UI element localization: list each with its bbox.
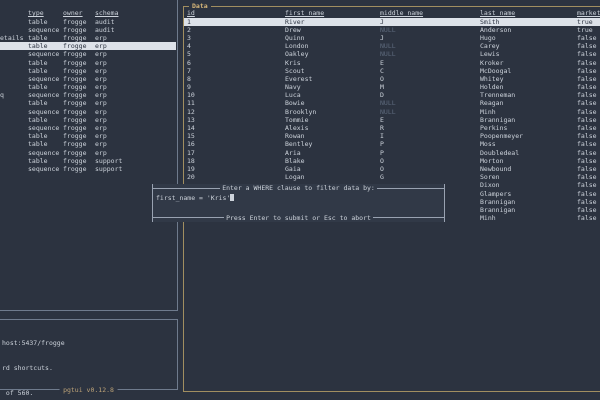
data-table-row[interactable]: 9 Navy M Holden false [184, 83, 600, 91]
data-table-row[interactable]: 20 Logan G Soren false [184, 173, 600, 181]
table-list-item[interactable]: q sequence frogge erp [0, 91, 176, 99]
data-table-row[interactable]: 19 Gaia O Newbound false [184, 165, 600, 173]
table-list-item[interactable]: etails table frogge erp [0, 34, 176, 42]
where-clause-input[interactable]: first_name = 'Kris' [156, 194, 442, 202]
data-table-row[interactable]: 10 Luca D Trenneman false [184, 91, 600, 99]
table-list-item[interactable]: table frogge erp [0, 140, 176, 148]
table-list-item[interactable]: table frogge erp [0, 132, 176, 140]
border-line [153, 217, 225, 219]
border-line [372, 217, 445, 219]
data-table-row[interactable]: 13 Tommie E Brannigan false [184, 116, 600, 124]
table-list-item[interactable]: table frogge erp [0, 116, 176, 124]
column-header-id: id [187, 9, 195, 17]
table-list-item[interactable]: sequence frogge erp [0, 108, 176, 116]
data-table-row[interactable]: 18 Blake O Morton false [184, 157, 600, 165]
column-header-last-name: last_name [480, 9, 516, 17]
data-table-row[interactable]: 2 Drew NULL Anderson true [184, 26, 600, 34]
border-line [153, 187, 221, 189]
table-list-item[interactable]: sequence frogge audit [0, 26, 176, 34]
table-list-item[interactable]: table frogge erp [0, 67, 176, 75]
column-header-middle-name: middle_name [380, 9, 424, 17]
table-list-item[interactable]: table frogge erp [0, 83, 176, 91]
table-list-item[interactable]: sequence frogge erp [0, 149, 176, 157]
tables-list: table frogge audit sequence frogge audit… [0, 18, 176, 174]
shortcuts-hint-text: rd shortcuts. [2, 364, 53, 372]
table-list-item[interactable]: table frogge audit [0, 18, 176, 26]
connection-info-panel: host:5437/frogge rd shortcuts. of 560. p… [0, 319, 178, 397]
data-table-row[interactable]: 12 Brooklyn NULL Minh false [184, 108, 600, 116]
data-table-row[interactable]: 15 Rowan I Poopenmeyer false [184, 132, 600, 140]
data-table-row[interactable]: 7 Scout C McDoogal false [184, 67, 600, 75]
data-table-row[interactable]: 11 Bowie NULL Reagan false [184, 99, 600, 107]
table-list-item[interactable]: sequence frogge support [0, 165, 176, 173]
column-header-type: type [28, 9, 44, 17]
table-list-item[interactable]: sequence frogge erp [0, 75, 176, 83]
app-version-label: pgtui v0.12.8 [59, 385, 118, 394]
data-table-row[interactable]: 14 Alexis R Perkins false [184, 124, 600, 132]
data-table-row[interactable]: 6 Kris E Kroker false [184, 59, 600, 67]
border-line [376, 187, 444, 189]
modal-title-row: Enter a WHERE clause to filter data by: [153, 184, 444, 192]
data-table-row[interactable]: 16 Bentley P Moss false [184, 140, 600, 148]
column-header-owner: owner [63, 9, 83, 17]
data-table-row[interactable]: 8 Everest O Whitey false [184, 75, 600, 83]
connection-host-text: host:5437/frogge [2, 339, 65, 348]
data-table-row[interactable]: 4 London NULL Carey false [184, 42, 600, 50]
text-cursor [230, 194, 235, 201]
where-clause-modal: Enter a WHERE clause to filter data by: … [152, 184, 445, 222]
data-table-row[interactable]: 17 Aria P Doubledeal false [184, 149, 600, 157]
column-header-first-name: first_name [285, 9, 325, 17]
column-header-schema: schema [95, 9, 119, 17]
table-list-item[interactable]: table frogge erp [0, 59, 176, 67]
data-table-header: id first_name middle_name last_name mark… [184, 9, 600, 17]
table-list-item[interactable]: sequence frogge erp [0, 124, 176, 132]
table-list-item[interactable]: table frogge support [0, 157, 176, 165]
tables-list-header: type owner schema [0, 9, 176, 17]
pgtui-app: type owner schema table frogge audit seq… [0, 0, 600, 400]
table-list-item[interactable]: table frogge erp [0, 42, 176, 51]
tables-list-panel: type owner schema table frogge audit seq… [0, 0, 178, 311]
table-list-item[interactable]: table frogge erp [0, 99, 176, 107]
data-table-row[interactable]: 5 Oakley NULL Lewis false [184, 50, 600, 58]
where-clause-input-value: first_name = 'Kris' [156, 193, 231, 202]
data-table-row[interactable]: 1 River J Smith true [184, 17, 600, 26]
column-header-market: market [577, 9, 600, 17]
modal-title: Enter a WHERE clause to filter data by: [222, 184, 375, 192]
table-list-item[interactable]: sequence frogge erp [0, 50, 176, 58]
data-table-row[interactable]: 3 Quinn J Hugo false [184, 34, 600, 42]
modal-help-row: Press Enter to submit or Esc to abort [153, 213, 445, 222]
modal-help-text: Press Enter to submit or Esc to abort [226, 213, 371, 222]
column-header-name [0, 9, 28, 17]
